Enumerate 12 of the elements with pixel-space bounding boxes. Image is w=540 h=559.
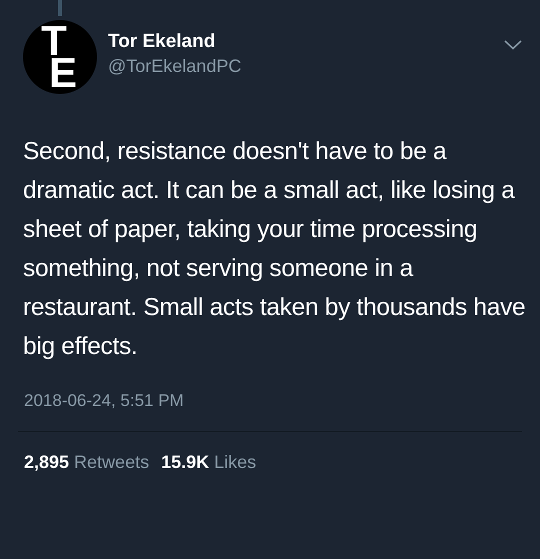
author-handle[interactable]: @TorEkelandPC xyxy=(108,54,242,78)
avatar-letter: E xyxy=(48,57,77,89)
stat-count[interactable]: 2,895 xyxy=(24,448,70,476)
avatar[interactable]: T E xyxy=(23,20,97,94)
chevron-down-icon[interactable] xyxy=(504,40,522,50)
tweet-text: Second, resistance doesn't have to be a dramatic act. It can be a small act, like losing a sheet of paper, taking your time processing something, not serving someone in a restaurant. Small acts taken by thousands have big effects. xyxy=(22,137,526,362)
avatar-letter: T xyxy=(41,25,67,57)
author-name[interactable]: Tor Ekeland xyxy=(108,30,242,54)
stat-label[interactable]: Likes xyxy=(214,448,256,476)
stat-count[interactable]: 15.9K xyxy=(161,448,210,476)
timestamp[interactable]: 2018-06-24, 5:51 PM xyxy=(0,388,540,414)
stat-label[interactable]: Retweets xyxy=(74,448,150,476)
